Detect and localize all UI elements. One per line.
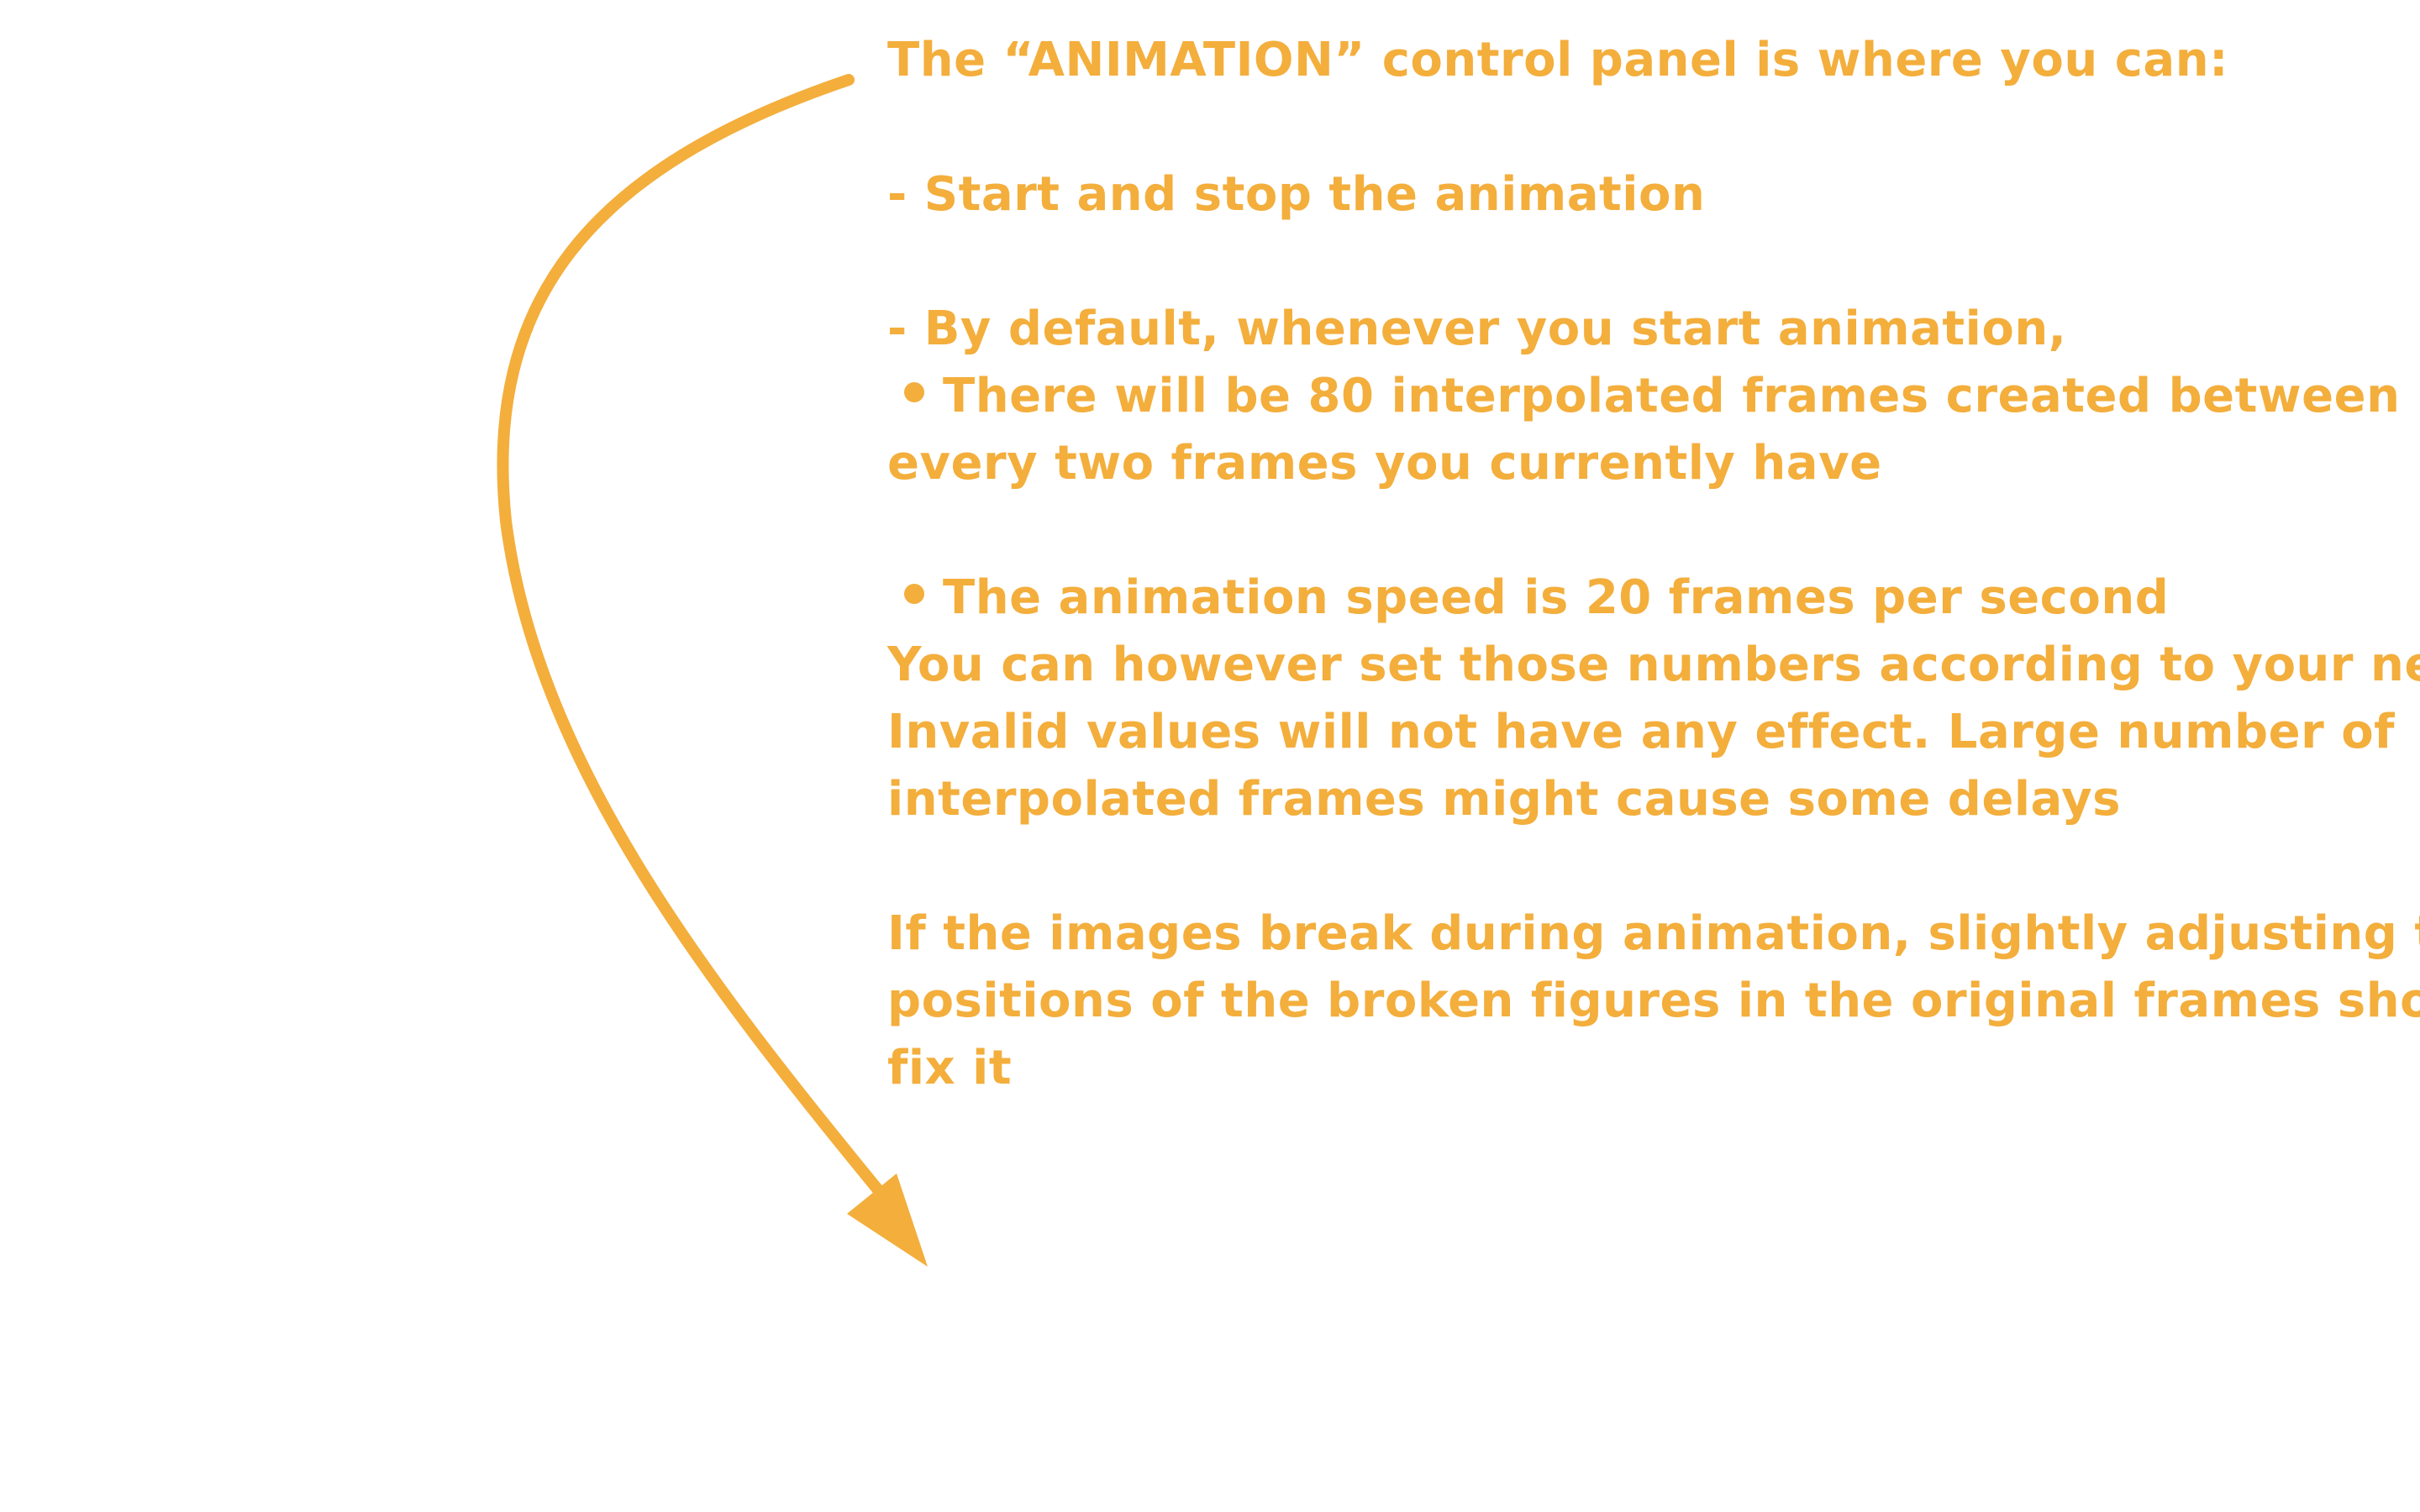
bullet-speed-text: The animation speed is 20 frames per sec… bbox=[943, 570, 2170, 625]
help-note-line-2: Invalid values will not have any effect.… bbox=[887, 705, 2396, 759]
arrow-shaft bbox=[497, 74, 897, 1211]
bullet-icon bbox=[904, 381, 924, 402]
help-intro: The “ANIMATION” control panel is where y… bbox=[887, 33, 2228, 87]
help-overlay: The “ANIMATION” control panel is where y… bbox=[0, 0, 2420, 1512]
bullet-item-frames: There will be 80 interpolated frames cre… bbox=[887, 363, 2400, 430]
help-fix-line-3: fix it bbox=[887, 1041, 1013, 1095]
bullet-icon bbox=[904, 583, 924, 604]
help-item-start-stop: - Start and stop the animation bbox=[887, 167, 1706, 222]
help-note-line-1: You can however set those numbers accord… bbox=[887, 638, 2420, 692]
bullet-item-speed: The animation speed is 20 frames per sec… bbox=[887, 564, 2400, 632]
arrowhead-icon bbox=[847, 1173, 928, 1267]
help-item-default: - By default, whenever you start animati… bbox=[887, 302, 2067, 356]
help-note-line-3: interpolated frames might cause some del… bbox=[887, 772, 2121, 827]
bullet-frames-continuation: every two frames you currently have bbox=[887, 436, 1882, 491]
animation-help-text: The “ANIMATION” control panel is where y… bbox=[887, 27, 2420, 1102]
help-fix-line-2: positions of the broken figures in the o… bbox=[887, 974, 2420, 1028]
bullet-frames-text: There will be 80 interpolated frames cre… bbox=[943, 369, 2401, 423]
help-fix-line-1: If the images break during animation, sl… bbox=[887, 906, 2420, 961]
